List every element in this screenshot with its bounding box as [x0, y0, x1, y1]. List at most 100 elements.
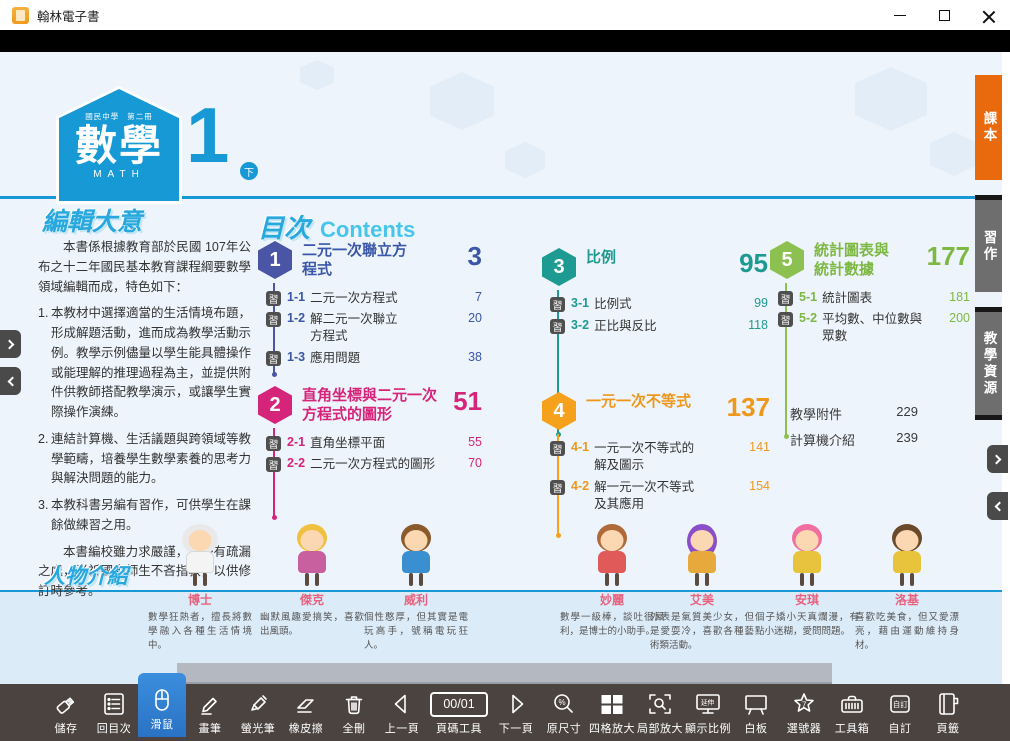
- character-name: 洛基: [855, 591, 959, 608]
- toolbox-button[interactable]: 工具箱: [828, 690, 876, 737]
- toc-section[interactable]: 習 1-2 解二元一次聯立方程式 20: [266, 311, 482, 345]
- mouse-icon: [149, 686, 175, 714]
- character-name: 安琪: [755, 591, 859, 608]
- pen-tool-button[interactable]: 畫筆: [186, 690, 234, 737]
- contents-heading: 目次 Contents: [258, 208, 415, 245]
- character-description: 幽默風趣愛搞笑，喜歡出風頭。: [260, 611, 364, 639]
- character-name: 傑克: [260, 591, 364, 608]
- editorial-heading: 編輯大意: [42, 202, 142, 238]
- toc-section[interactable]: 習 3-2 正比與反比 118: [550, 318, 768, 335]
- trash-icon: [341, 690, 367, 718]
- delete-all-button[interactable]: 全刪: [330, 690, 378, 737]
- maximize-button[interactable]: [922, 0, 966, 30]
- close-button[interactable]: [966, 0, 1010, 30]
- toc-extra-item[interactable]: 計算機介紹239: [790, 430, 918, 449]
- left-panel-close-arrow[interactable]: [0, 367, 21, 395]
- toc-section[interactable]: 習 2-1 直角坐標平面 55: [266, 435, 482, 452]
- chapter-title[interactable]: 直角坐標與二元一次方程式的圖形: [302, 387, 448, 425]
- number-picker-button[interactable]: 7 選號器: [780, 690, 828, 737]
- next-page-icon: [503, 690, 529, 718]
- character-description: 數學一級棒，談吐很犀利，是博士的小助手。: [560, 611, 664, 639]
- tab-textbook[interactable]: 課本: [975, 75, 1002, 180]
- minimize-icon: [894, 15, 906, 16]
- save-button[interactable]: 儲存: [42, 690, 90, 737]
- logo-subject-en: MATH: [93, 169, 145, 180]
- chevron-right-icon: [4, 339, 14, 349]
- svg-text:7: 7: [802, 700, 807, 710]
- right-panel-close-arrow[interactable]: [987, 492, 1008, 520]
- chapter-number-hexagon: 3: [542, 248, 576, 286]
- app-logo-icon: [12, 7, 29, 24]
- toc-extra-item[interactable]: 教學附件229: [790, 404, 918, 423]
- chapter-number-hexagon: 5: [770, 241, 804, 279]
- display-scale-button[interactable]: 延伸 顯示比例: [684, 690, 732, 737]
- character-name: 艾美: [650, 591, 754, 608]
- chapter-page-number: 51: [453, 388, 482, 414]
- character-illustration: [394, 524, 438, 588]
- custom-tool-button[interactable]: 自訂 自訂: [876, 690, 924, 737]
- workbook-badge: 習: [550, 297, 565, 312]
- chapter-page-number: 95: [739, 250, 768, 276]
- next-page-button[interactable]: 下一頁: [492, 690, 540, 737]
- character-description: 數學狂熱者，擅長將數學融入各種生活情境中。: [148, 611, 252, 652]
- logo-grade-label: 國民中學: [85, 111, 119, 122]
- whiteboard-button[interactable]: 白板: [732, 690, 780, 737]
- workbook-badge: 習: [550, 319, 565, 334]
- right-edge-margin: [1002, 52, 1010, 684]
- four-grid-zoom-icon: [599, 690, 625, 718]
- chapter-title[interactable]: 比例: [586, 249, 616, 268]
- custom-tool-icon: 自訂: [887, 690, 913, 718]
- character-card: 妙麗 數學一級棒，談吐很犀利，是博士的小助手。: [560, 524, 664, 639]
- whiteboard-icon: [743, 690, 769, 718]
- toc-chapter-3: 3 比例 95 習 3-1 比例式 99 習 3-2 正比與反比 118: [542, 248, 768, 335]
- chapter-title[interactable]: 統計圖表與統計數據: [814, 242, 898, 280]
- highlighter-icon: [245, 690, 271, 718]
- toc-section[interactable]: 習 2-2 二元一次方程式的圖形 70: [266, 456, 482, 473]
- chevron-left-icon: [7, 376, 17, 386]
- chapter-page-number: 3: [468, 243, 482, 269]
- toc-section[interactable]: 習 1-1 二元一次方程式 7: [266, 290, 482, 307]
- workbook-badge: 習: [266, 291, 281, 306]
- back-to-contents-button[interactable]: 回目次: [90, 690, 138, 737]
- eraser-tool-button[interactable]: 橡皮擦: [282, 690, 330, 737]
- page-number-tool[interactable]: 00/01 頁碼工具: [426, 690, 492, 737]
- right-panel-open-arrow[interactable]: [987, 445, 1008, 473]
- character-name: 博士: [148, 591, 252, 608]
- page-tab-icon: [935, 690, 961, 718]
- four-grid-zoom-button[interactable]: 四格放大: [588, 690, 636, 737]
- toc-section[interactable]: 習 5-2 平均數、中位數與眾數 200: [778, 311, 970, 345]
- page-indicator: 00/01: [430, 692, 488, 717]
- previous-page-button[interactable]: 上一頁: [378, 690, 426, 737]
- minimize-button[interactable]: [878, 0, 922, 30]
- character-card: 傑克 幽默風趣愛搞笑，喜歡出風頭。: [260, 524, 364, 639]
- toc-section[interactable]: 習 4-2 解一元一次不等式及其應用 154: [550, 479, 770, 513]
- toc-section[interactable]: 習 5-1 統計圖表 181: [778, 290, 970, 307]
- chapter-title[interactable]: 二元一次聯立方程式: [302, 242, 410, 280]
- volume-mark-badge: 下: [240, 162, 258, 180]
- title-bar: 翰林電子書: [0, 0, 1010, 30]
- character-card: 安琪 個子嬌小天真爛漫，有點小迷糊，愛問問題。: [755, 524, 859, 639]
- area-zoom-button[interactable]: 局部放大: [636, 690, 684, 737]
- chapter-title[interactable]: 一元一次不等式: [586, 393, 691, 412]
- tab-teaching-resources[interactable]: 教學資源: [975, 307, 1002, 420]
- original-size-button[interactable]: % 原尺寸: [540, 690, 588, 737]
- horizontal-scrollbar[interactable]: [177, 663, 832, 684]
- page-tab-button[interactable]: 頁籤: [924, 690, 972, 737]
- toc-section[interactable]: 習 4-1 一元一次不等式的解及圖示 141: [550, 440, 770, 474]
- svg-text:延伸: 延伸: [701, 698, 715, 707]
- workbook-badge: 習: [550, 480, 565, 495]
- toc-section[interactable]: 習 3-1 比例式 99: [550, 296, 768, 313]
- editorial-point: 本教材中選擇適當的生活情境布題，形成解題活動，進而成為教學活動示例。教學示例儘量…: [38, 304, 251, 423]
- character-illustration: [178, 524, 222, 588]
- tab-workbook[interactable]: 習作: [975, 195, 1002, 292]
- character-card: 艾美 外表是氣質美少女，但是愛耍冷，喜歡各種藝術類活動。: [650, 524, 754, 652]
- book-type-tabs: 課本 習作 教學資源: [975, 75, 1002, 420]
- toc-chapter-2: 2 直角坐標與二元一次方程式的圖形 51 習 2-1 直角坐標平面 55 習 2…: [258, 386, 482, 473]
- highlighter-tool-button[interactable]: 螢光筆: [234, 690, 282, 737]
- toc-chapter-4: 4 一元一次不等式 137 習 4-1 一元一次不等式的解及圖示 141 習 4…: [542, 392, 770, 513]
- left-panel-open-arrow[interactable]: [0, 330, 21, 358]
- chapter-number-hexagon: 4: [542, 392, 576, 430]
- hexagon-decoration: [505, 142, 545, 178]
- mouse-tool-button[interactable]: 滑鼠: [138, 673, 186, 737]
- toc-section[interactable]: 習 1-3 應用問題 38: [266, 350, 482, 367]
